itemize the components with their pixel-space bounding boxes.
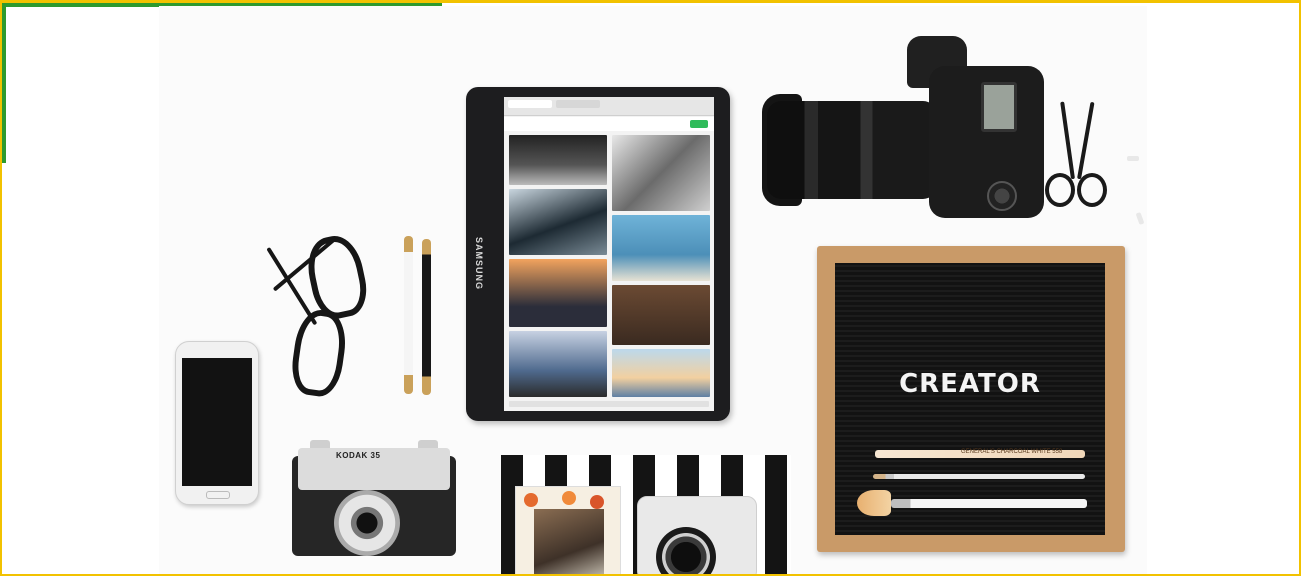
- instant-camera: [637, 496, 757, 574]
- vintage-camera: KODAK 35: [292, 440, 456, 556]
- phone-screen: [182, 358, 252, 486]
- join-badge: [690, 120, 708, 128]
- tablet: SAMSUNG: [466, 87, 730, 421]
- photo-thumb: [612, 135, 710, 211]
- photo-thumb: [612, 285, 710, 345]
- browser-tab-bar: [504, 97, 714, 116]
- dslr-top-lcd: [981, 82, 1017, 132]
- eyeglasses: [264, 228, 374, 400]
- vintage-camera-lens: [334, 490, 400, 556]
- dslr-camera-body: [929, 66, 1044, 218]
- letter-board: CREATOR GENERAL'S CHARCOAL WHITE 558: [817, 246, 1125, 552]
- photo-thumb: [509, 135, 607, 185]
- thin-brush: [873, 474, 1085, 479]
- smartphone: [175, 341, 259, 505]
- fan-brush-handle: [891, 499, 1087, 508]
- black-pen: [422, 239, 431, 395]
- letter-board-word: CREATOR: [899, 369, 1041, 399]
- dslr-lens: [767, 101, 937, 199]
- photo-thumb: [509, 259, 607, 327]
- photo-thumb: [509, 189, 607, 255]
- vintage-camera-label: KODAK 35: [336, 451, 381, 460]
- fan-brush-tip: [857, 490, 891, 516]
- tablet-brand-label: SAMSUNG: [474, 237, 484, 291]
- photo-thumb: [612, 215, 710, 281]
- image-frame: SAMSUNG CREATOR GENERAL'S CHARCOAL WHITE…: [0, 0, 1301, 576]
- scissors: [1041, 101, 1111, 211]
- postcard-photo: [534, 509, 604, 574]
- dslr-mode-dial: [987, 181, 1017, 211]
- photo-thumb: [509, 331, 607, 397]
- letter-board-felt: CREATOR GENERAL'S CHARCOAL WHITE 558: [835, 263, 1105, 535]
- page-footer: [509, 401, 709, 407]
- tablet-screen: [504, 97, 714, 411]
- postcard: [515, 486, 621, 574]
- corner-accent-left: [2, 3, 6, 163]
- phone-home-button: [206, 491, 230, 499]
- clip: [1127, 156, 1139, 161]
- vintage-camera-top-plate: KODAK 35: [298, 448, 450, 490]
- clip: [1135, 212, 1145, 225]
- pencil-label: GENERAL'S CHARCOAL WHITE 558: [961, 449, 1063, 455]
- instant-camera-lens: [656, 527, 716, 574]
- white-pen: [404, 236, 413, 394]
- site-header: [504, 117, 714, 131]
- photo-thumb: [612, 349, 710, 397]
- flat-lay-photo: SAMSUNG CREATOR GENERAL'S CHARCOAL WHITE…: [159, 6, 1147, 574]
- charcoal-pencil: GENERAL'S CHARCOAL WHITE 558: [875, 449, 1085, 458]
